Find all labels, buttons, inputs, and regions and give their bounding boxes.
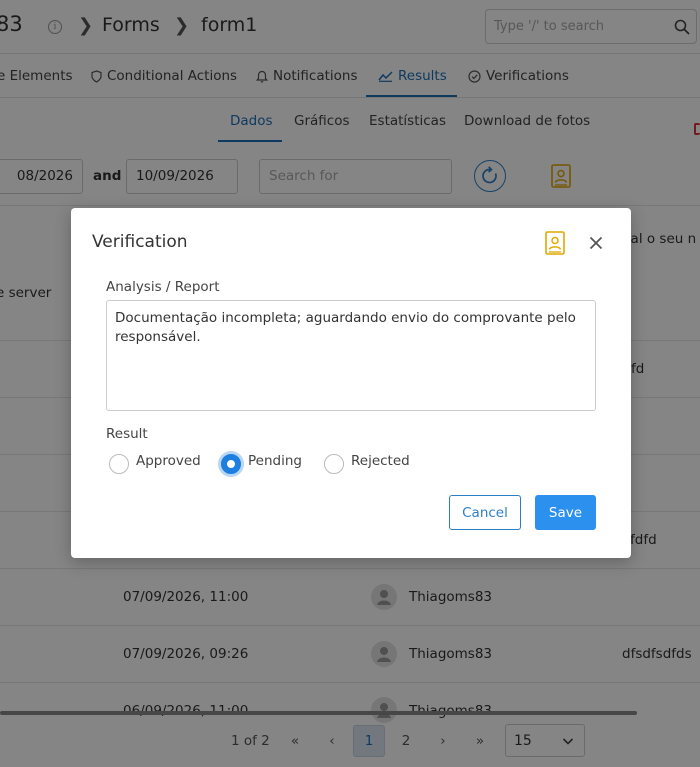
radio-approved[interactable]	[109, 454, 129, 474]
radio-pending[interactable]	[221, 454, 241, 474]
verification-modal: Verification Analysis / Report Documenta…	[71, 208, 631, 558]
radio-label-pending[interactable]: Pending	[248, 453, 302, 469]
radio-label-rejected[interactable]: Rejected	[351, 453, 410, 469]
analysis-label: Analysis / Report	[106, 279, 220, 295]
radio-label-approved[interactable]: Approved	[136, 453, 201, 469]
radio-rejected[interactable]	[324, 454, 344, 474]
report-icon[interactable]	[545, 231, 565, 255]
close-icon[interactable]	[587, 234, 605, 252]
save-button[interactable]: Save	[535, 495, 596, 530]
modal-title: Verification	[92, 232, 188, 252]
analysis-textarea[interactable]: Documentação incompleta; aguardando envi…	[106, 300, 596, 411]
result-label: Result	[106, 426, 148, 442]
cancel-button[interactable]: Cancel	[449, 495, 521, 530]
